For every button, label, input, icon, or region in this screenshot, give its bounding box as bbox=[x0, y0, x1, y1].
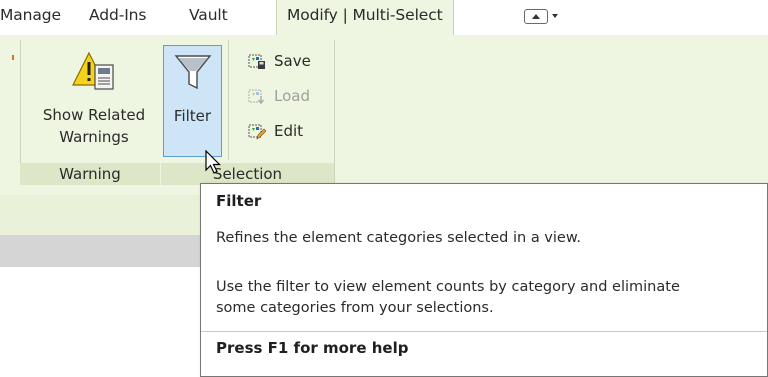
warning-icon bbox=[72, 51, 114, 90]
edit-selection-label: Edit bbox=[274, 122, 304, 140]
tooltip-help-hint: Press F1 for more help bbox=[216, 339, 409, 357]
panel-edge-mark bbox=[12, 55, 14, 60]
funnel-icon bbox=[174, 55, 212, 90]
filter-button[interactable]: Filter bbox=[163, 45, 222, 157]
show-related-warnings-button[interactable]: Show Related Warnings bbox=[30, 45, 158, 157]
tooltip-separator bbox=[201, 331, 767, 332]
edit-selection-button[interactable]: Edit bbox=[248, 122, 328, 144]
chevron-down-icon bbox=[552, 14, 558, 18]
ribbon-tab-strip: Manage Add-Ins Vault Modify | Multi-Sele… bbox=[0, 0, 768, 35]
tab-modify-multi-select[interactable]: Modify | Multi-Select bbox=[276, 0, 454, 35]
quick-access-toolbar-icon[interactable] bbox=[524, 9, 562, 25]
save-selection-label: Save bbox=[274, 52, 311, 70]
load-selection-button[interactable]: Load bbox=[248, 87, 328, 109]
mouse-pointer-icon bbox=[205, 150, 221, 174]
edit-selection-icon bbox=[248, 124, 266, 140]
load-selection-icon bbox=[248, 89, 265, 105]
save-selection-icon bbox=[248, 54, 265, 69]
tooltip-title: Filter bbox=[216, 192, 262, 210]
show-related-warnings-label-line1: Show Related bbox=[42, 106, 146, 124]
tab-manage[interactable]: Manage bbox=[0, 6, 61, 24]
save-selection-button[interactable]: Save bbox=[248, 52, 328, 74]
tab-vault[interactable]: Vault bbox=[189, 6, 228, 24]
filter-label: Filter bbox=[173, 107, 212, 125]
tooltip-description-line2: some categories from your selections. bbox=[216, 300, 494, 316]
panel-divider bbox=[334, 40, 335, 185]
show-related-warnings-label-line2: Warnings bbox=[59, 128, 129, 146]
tooltip-summary: Refines the element categories selected … bbox=[216, 230, 581, 246]
selection-panel-footer: Selection bbox=[161, 163, 334, 185]
warning-panel-footer: Warning bbox=[20, 163, 160, 185]
panel-divider bbox=[228, 40, 229, 160]
load-selection-label: Load bbox=[274, 87, 310, 105]
tab-add-ins[interactable]: Add-Ins bbox=[89, 6, 146, 24]
tooltip-description-line1: Use the filter to view element counts by… bbox=[216, 279, 680, 295]
filter-tooltip: Filter Refines the element categories se… bbox=[200, 183, 768, 377]
